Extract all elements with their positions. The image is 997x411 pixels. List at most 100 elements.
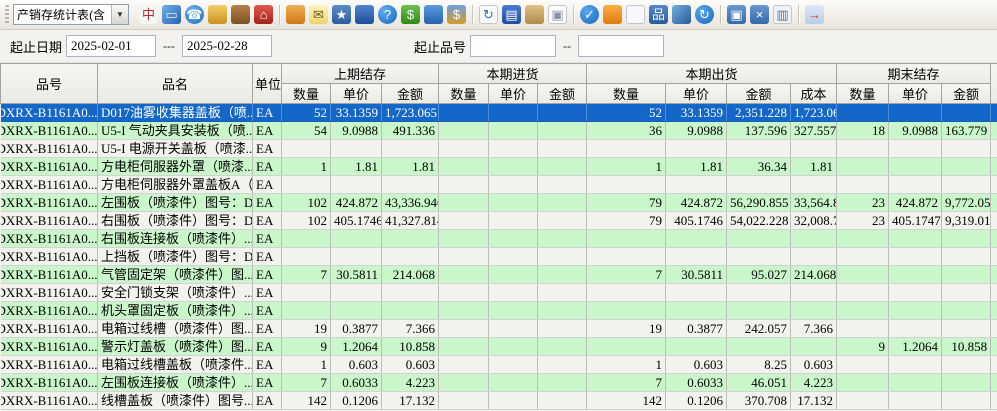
cell-end-qty[interactable]: [837, 104, 889, 122]
lock-icon[interactable]: [208, 5, 227, 24]
cell-end-price[interactable]: [889, 320, 942, 338]
table-row[interactable]: DXRX-B1161A0...机头罩固定板（喷漆件）...EA: [1, 302, 997, 320]
cell-in-qty[interactable]: [439, 320, 489, 338]
cell-prev-price[interactable]: 405.1746: [331, 212, 382, 230]
table-row[interactable]: DXRX-B1161A0...线槽盖板（喷漆件）图号...EA1420.1206…: [1, 392, 997, 410]
cell-end-price[interactable]: 424.872: [889, 194, 942, 212]
cell-filler[interactable]: [991, 248, 997, 266]
cell-out-cost[interactable]: 1,723.065: [791, 104, 837, 122]
cell-in-price[interactable]: [489, 122, 538, 140]
cell-prev-price[interactable]: [331, 284, 382, 302]
cell-filler[interactable]: [991, 122, 997, 140]
cell-unit[interactable]: EA: [253, 302, 282, 320]
cell-in-amount[interactable]: [538, 338, 587, 356]
cell-prev-amount[interactable]: 10.858: [382, 338, 439, 356]
cell-out-price[interactable]: [666, 284, 727, 302]
cell-prev-price[interactable]: 424.872: [331, 194, 382, 212]
cell-end-price[interactable]: [889, 302, 942, 320]
cell-end-qty[interactable]: [837, 248, 889, 266]
cell-out-qty[interactable]: [587, 230, 666, 248]
close-window-icon[interactable]: ×: [750, 5, 769, 24]
cell-prev-qty[interactable]: 7: [282, 374, 331, 392]
cell-in-qty[interactable]: [439, 392, 489, 410]
cell-prev-price[interactable]: 1.2064: [331, 338, 382, 356]
cell-end-qty[interactable]: [837, 320, 889, 338]
cell-out-qty[interactable]: 7: [587, 266, 666, 284]
cell-end-price[interactable]: [889, 230, 942, 248]
date-from-input[interactable]: [66, 35, 156, 57]
cell-prev-amount[interactable]: 17.132: [382, 392, 439, 410]
table-row[interactable]: DXRX-B1161A0...D017油雾收集器盖板（喷...EA5233.13…: [1, 104, 997, 122]
refresh-icon[interactable]: ↻: [695, 5, 714, 24]
cell-prev-amount[interactable]: 1,723.065: [382, 104, 439, 122]
cell-in-amount[interactable]: [538, 140, 587, 158]
cell-out-qty[interactable]: [587, 248, 666, 266]
cell-end-amount[interactable]: 9,319.017: [942, 212, 991, 230]
cell-part-code[interactable]: DXRX-B1161A0...: [1, 122, 98, 140]
cell-prev-amount[interactable]: 0.603: [382, 356, 439, 374]
cell-in-amount[interactable]: [538, 248, 587, 266]
alert-bell-icon[interactable]: [603, 5, 622, 24]
briefcase-icon[interactable]: [231, 5, 250, 24]
approve-check-icon[interactable]: ✓: [580, 5, 599, 24]
cell-prev-qty[interactable]: 142: [282, 392, 331, 410]
cell-prev-qty[interactable]: [282, 248, 331, 266]
cell-out-amount[interactable]: 2,351.228: [727, 104, 791, 122]
cell-end-qty[interactable]: [837, 284, 889, 302]
cell-out-cost[interactable]: [791, 302, 837, 320]
help-icon[interactable]: ?: [378, 5, 397, 24]
cell-out-price[interactable]: 1.81: [666, 158, 727, 176]
cell-out-amount[interactable]: 8.25: [727, 356, 791, 374]
cell-in-price[interactable]: [489, 230, 538, 248]
cell-prev-qty[interactable]: 19: [282, 320, 331, 338]
cell-part-code[interactable]: DXRX-B1161A0...: [1, 104, 98, 122]
cell-end-amount[interactable]: [942, 248, 991, 266]
cell-prev-amount[interactable]: [382, 302, 439, 320]
cell-out-cost[interactable]: 327.557: [791, 122, 837, 140]
cell-end-price[interactable]: [889, 104, 942, 122]
cell-out-amount[interactable]: [727, 284, 791, 302]
cell-part-name[interactable]: U5-I 电源开关盖板（喷漆...: [98, 140, 253, 158]
cell-out-qty[interactable]: 1: [587, 158, 666, 176]
cell-filler[interactable]: [991, 158, 997, 176]
cell-prev-price[interactable]: [331, 230, 382, 248]
cell-part-name[interactable]: 电箱过线槽盖板（喷漆件...: [98, 356, 253, 374]
dollar-icon[interactable]: $: [401, 5, 420, 24]
cell-prev-price[interactable]: 0.3877: [331, 320, 382, 338]
table-row[interactable]: DXRX-B1161A0...左围板（喷漆件）图号：D...EA102424.8…: [1, 194, 997, 212]
cell-in-amount[interactable]: [538, 158, 587, 176]
cell-in-qty[interactable]: [439, 212, 489, 230]
cell-in-price[interactable]: [489, 356, 538, 374]
cell-part-name[interactable]: 电箱过线槽（喷漆件）图...: [98, 320, 253, 338]
cell-out-cost[interactable]: [791, 338, 837, 356]
cell-part-name[interactable]: U5-I 气动夹具安装板（喷...: [98, 122, 253, 140]
cell-out-cost[interactable]: [791, 248, 837, 266]
cell-unit[interactable]: EA: [253, 158, 282, 176]
cell-filler[interactable]: [991, 176, 997, 194]
cell-filler[interactable]: [991, 374, 997, 392]
cell-end-qty[interactable]: [837, 158, 889, 176]
cell-in-amount[interactable]: [538, 320, 587, 338]
cell-end-price[interactable]: [889, 392, 942, 410]
cell-part-code[interactable]: DXRX-B1161A0...: [1, 140, 98, 158]
cell-in-qty[interactable]: [439, 194, 489, 212]
cell-out-qty[interactable]: 19: [587, 320, 666, 338]
cell-prev-amount[interactable]: 43,336.946: [382, 194, 439, 212]
cell-in-amount[interactable]: [538, 212, 587, 230]
cell-in-price[interactable]: [489, 176, 538, 194]
cell-out-amount[interactable]: 370.708: [727, 392, 791, 410]
cell-out-cost[interactable]: 1.81: [791, 158, 837, 176]
cell-out-price[interactable]: [666, 230, 727, 248]
cell-out-cost[interactable]: 0.603: [791, 356, 837, 374]
cell-out-price[interactable]: 0.3877: [666, 320, 727, 338]
cell-end-amount[interactable]: [942, 284, 991, 302]
cell-out-cost[interactable]: 33,564.89: [791, 194, 837, 212]
cell-out-price[interactable]: [666, 338, 727, 356]
cell-in-qty[interactable]: [439, 140, 489, 158]
cell-prev-price[interactable]: 0.1206: [331, 392, 382, 410]
cell-part-name[interactable]: 机头罩固定板（喷漆件）...: [98, 302, 253, 320]
window-icon[interactable]: ▣: [727, 5, 746, 24]
cell-part-code[interactable]: DXRX-B1161A0...: [1, 212, 98, 230]
cell-part-name[interactable]: 气管固定架（喷漆件）图...: [98, 266, 253, 284]
cell-part-name[interactable]: 左围板连接板（喷漆件）...: [98, 374, 253, 392]
